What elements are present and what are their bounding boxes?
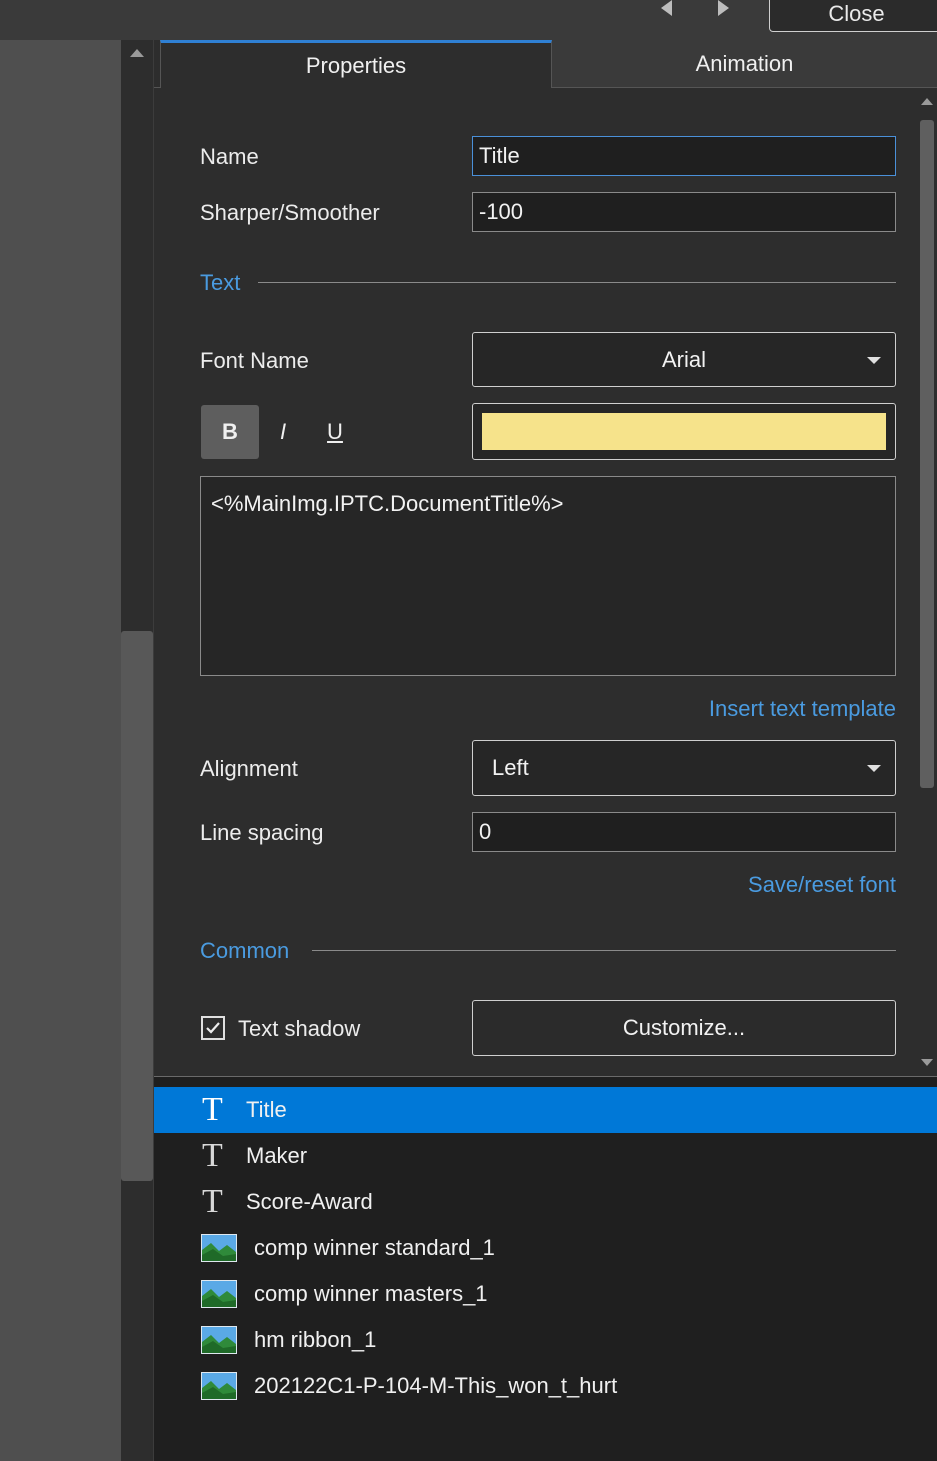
properties-scrollbar[interactable] [917,88,937,1076]
font-name-label: Font Name [200,348,309,373]
font-name-dropdown[interactable]: Arial [472,332,896,387]
top-toolbar: Close [0,0,937,40]
line-spacing-input[interactable]: 0 [472,812,896,852]
line-spacing-label: Line spacing [200,820,324,845]
list-item-label: Maker [246,1143,308,1168]
sharper-smoother-input[interactable]: -100 [472,192,896,232]
previous-arrow-icon[interactable] [661,0,672,16]
alignment-label: Alignment [200,756,298,781]
checkmark-icon [206,1022,220,1034]
text-icon: T [202,1137,223,1174]
tab-properties[interactable]: Properties [160,40,552,88]
text-section-title: Text [200,270,241,295]
alignment-value: Left [492,755,529,780]
name-input[interactable]: Title [472,136,896,176]
insert-text-template-link[interactable]: Insert text template [709,696,896,722]
text-section-divider [258,282,896,283]
text-color-swatch [482,413,886,450]
list-item-label: Title [246,1097,287,1122]
text-content-textarea[interactable]: <%MainImg.IPTC.DocumentTitle%> [200,476,896,676]
list-item-label: hm ribbon_1 [254,1327,377,1352]
objects-list: T Title T Maker T Score-Award comp winne… [154,1076,937,1461]
scroll-up-arrow-icon[interactable] [921,98,933,105]
list-item[interactable]: T Score-Award [154,1179,937,1225]
name-label: Name [200,144,259,169]
sharper-smoother-label: Sharper/Smoother [200,200,380,225]
scroll-down-arrow-icon[interactable] [921,1059,933,1066]
list-item-label: comp winner masters_1 [254,1281,488,1306]
close-button[interactable]: Close [769,0,937,32]
scrollbar-thumb[interactable] [920,120,934,788]
text-icon: T [202,1091,223,1128]
image-icon [201,1280,237,1308]
list-item-label: comp winner standard_1 [254,1235,495,1260]
list-item[interactable]: T Maker [154,1133,937,1179]
chevron-down-icon [867,357,881,364]
text-shadow-label: Text shadow [238,1016,361,1041]
scroll-up-arrow-icon[interactable] [130,49,144,57]
text-color-picker[interactable] [472,403,896,460]
scrollbar-thumb[interactable] [121,631,153,1181]
tab-animation[interactable]: Animation [552,40,937,88]
image-icon [201,1372,237,1400]
chevron-down-icon [867,765,881,772]
list-item[interactable]: comp winner standard_1 [154,1225,937,1271]
italic-button[interactable]: I [254,405,312,459]
list-item[interactable]: 202122C1-P-104-M-This_won_t_hurt [154,1363,937,1409]
font-name-value: Arial [661,346,706,372]
save-reset-font-link[interactable]: Save/reset font [748,872,896,898]
list-item-label: 202122C1-P-104-M-This_won_t_hurt [254,1373,618,1398]
list-item[interactable]: comp winner masters_1 [154,1271,937,1317]
customize-shadow-button[interactable]: Customize... [472,1000,896,1056]
list-item-label: Score-Award [246,1189,373,1214]
common-section-divider [312,950,896,951]
text-icon: T [202,1183,223,1220]
image-icon [201,1326,237,1354]
list-item[interactable]: T Title [154,1087,937,1133]
left-scrollbar[interactable] [121,40,154,1461]
underline-button[interactable]: U [306,405,364,459]
text-shadow-checkbox[interactable] [201,1016,225,1040]
left-panel [0,40,121,1461]
list-item[interactable]: hm ribbon_1 [154,1317,937,1363]
common-section-title: Common [200,938,290,963]
properties-panel: Name Title Sharper/Smoother -100 Text Fo… [154,88,937,1076]
bold-button[interactable]: B [201,405,259,459]
next-arrow-icon[interactable] [718,0,729,16]
alignment-dropdown[interactable]: Left [472,740,896,796]
image-icon [201,1234,237,1262]
